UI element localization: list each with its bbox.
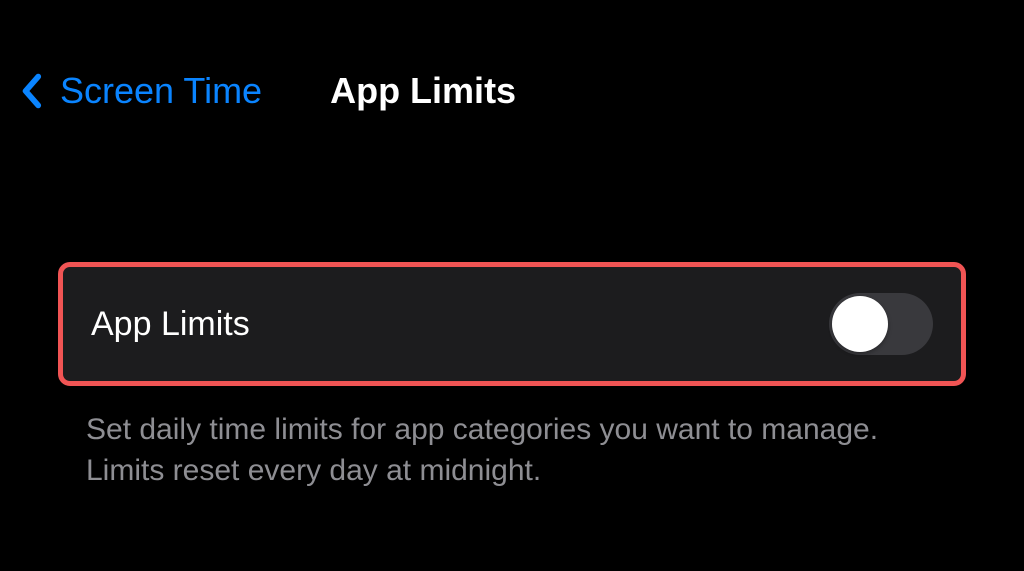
setting-description: Set daily time limits for app categories… (58, 386, 966, 491)
app-limits-toggle-row[interactable]: App Limits (58, 262, 966, 386)
app-limits-toggle[interactable] (829, 293, 933, 355)
back-button[interactable]: Screen Time (20, 70, 262, 112)
content-area: App Limits Set daily time limits for app… (0, 112, 1024, 491)
toggle-knob (832, 296, 888, 352)
navigation-header: Screen Time App Limits (0, 0, 1024, 112)
page-title: App Limits (330, 70, 516, 112)
back-label: Screen Time (60, 70, 262, 112)
chevron-left-icon (20, 73, 42, 109)
toggle-label: App Limits (91, 305, 250, 344)
